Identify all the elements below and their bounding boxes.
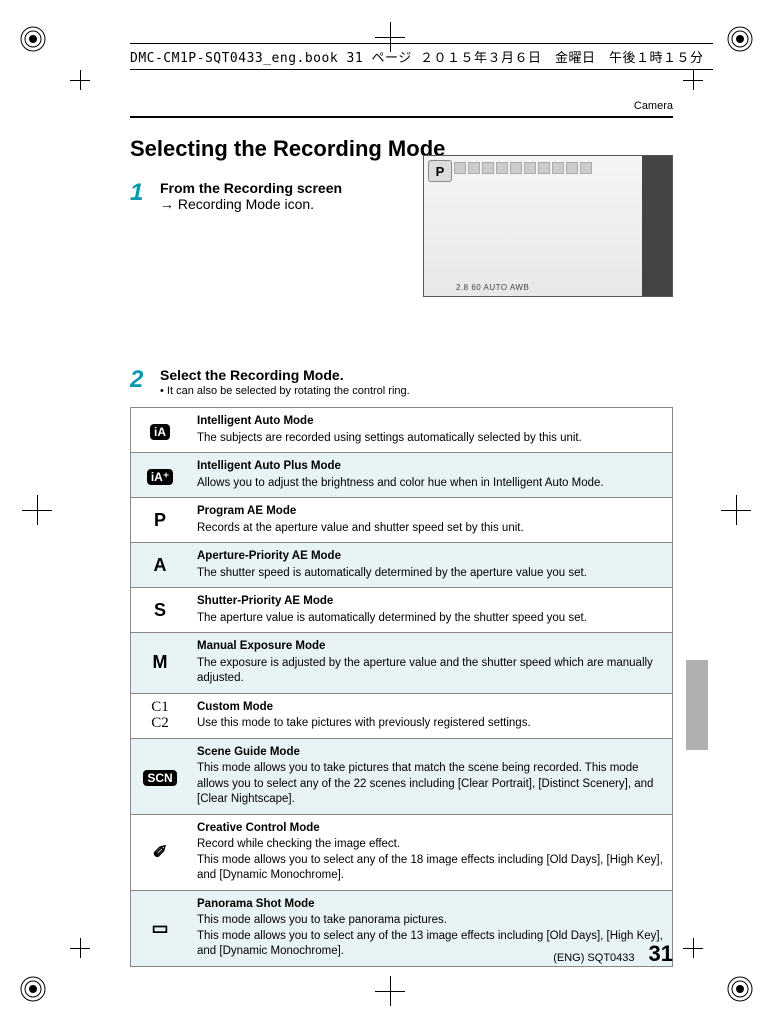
mode-desc-text: Records at the aperture value and shutte… — [197, 522, 524, 534]
mode-description: Intelligent Auto Plus Mode Allows you to … — [189, 453, 673, 498]
mode-description: Scene Guide ModeThis mode allows you to … — [189, 738, 673, 814]
cross-mark-icon — [375, 976, 405, 1006]
cross-mark-icon — [721, 495, 751, 525]
mode-icon: ▭ — [131, 890, 190, 966]
table-row: P Program AE Mode Records at the aperture … — [131, 498, 673, 543]
mode-icon: M — [131, 633, 190, 694]
mode-icon: iA — [131, 408, 190, 453]
mode-icon: A — [131, 543, 190, 588]
registration-mark-icon — [18, 24, 48, 54]
mode-description: Custom ModeUse this mode to take picture… — [189, 693, 673, 738]
mode-desc-text: The aperture value is automatically dete… — [197, 612, 587, 624]
mode-title: Creative Control Mode — [197, 821, 664, 837]
mode-description: Creative Control ModeRecord while checki… — [189, 814, 673, 890]
registration-mark-icon — [725, 24, 755, 54]
mode-desc-text: Use this mode to take pictures with prev… — [197, 717, 531, 729]
mode-description: Shutter-Priority AE Mode The aperture val… — [189, 588, 673, 633]
crop-mark-icon — [683, 70, 703, 90]
top-icon-row — [454, 162, 638, 174]
top-rule — [130, 116, 673, 118]
mode-icon: P — [131, 498, 190, 543]
table-row: iA Intelligent Auto Mode The subjects are … — [131, 408, 673, 453]
mode-title: Shutter-Priority AE Mode — [197, 594, 664, 610]
crop-mark-icon — [70, 70, 90, 90]
mode-description: Intelligent Auto Mode The subjects are re… — [189, 408, 673, 453]
table-row: A Aperture-Priority AE Mode The shutter sp… — [131, 543, 673, 588]
table-row: iA⁺ Intelligent Auto Plus Mode Allows you … — [131, 453, 673, 498]
mode-title: Intelligent Auto Plus Mode — [197, 459, 664, 475]
mode-p-icon: P — [428, 160, 452, 182]
mode-description: Aperture-Priority AE Mode The shutter spe… — [189, 543, 673, 588]
mode-title: Aperture-Priority AE Mode — [197, 549, 664, 565]
crop-mark-icon — [683, 938, 703, 958]
step-2-note: It can also be selected by rotating the … — [160, 385, 673, 397]
table-row: C1C2Custom ModeUse this mode to take pic… — [131, 693, 673, 738]
crop-mark-icon — [70, 938, 90, 958]
mode-title: Program AE Mode — [197, 504, 664, 520]
mode-desc-text: The exposure is adjusted by the aperture… — [197, 657, 653, 685]
mode-desc-text: Allows you to adjust the brightness and … — [197, 477, 604, 489]
section-label: Camera — [130, 100, 673, 116]
mode-icon: ✐ — [131, 814, 190, 890]
step-1-line1: From the Recording screen — [160, 180, 342, 196]
step-number: 1 — [130, 180, 160, 212]
table-row: S Shutter-Priority AE Mode The aperture va… — [131, 588, 673, 633]
right-control-strip — [642, 156, 672, 296]
mode-title: Panorama Shot Mode — [197, 897, 664, 913]
cross-mark-icon — [22, 495, 52, 525]
registration-mark-icon — [725, 974, 755, 1004]
doc-id: (ENG) SQT0433 — [553, 952, 634, 964]
mode-title: Scene Guide Mode — [197, 745, 664, 761]
mode-title: Manual Exposure Mode — [197, 639, 664, 655]
table-row: M Manual Exposure Mode The exposure is adj… — [131, 633, 673, 694]
registration-mark-icon — [18, 974, 48, 1004]
table-row: ✐Creative Control ModeRecord while check… — [131, 814, 673, 890]
recording-modes-table: iA Intelligent Auto Mode The subjects are … — [130, 407, 673, 967]
mode-description: Program AE Mode Records at the aperture v… — [189, 498, 673, 543]
mode-desc-text: Record while checking the image effect.T… — [197, 838, 663, 881]
mode-desc-text: The subjects are recorded using settings… — [197, 432, 582, 444]
page-content: Camera Selecting the Recording Mode 1 Fr… — [130, 100, 673, 967]
print-header: DMC-CM1P-SQT0433_eng.book 31 ページ ２０１５年３月… — [130, 40, 713, 73]
print-header-text: DMC-CM1P-SQT0433_eng.book 31 ページ ２０１５年３月… — [130, 51, 704, 66]
side-tab — [686, 660, 708, 750]
mode-icon: S — [131, 588, 190, 633]
table-row: SCNScene Guide ModeThis mode allows you … — [131, 738, 673, 814]
mode-icon: iA⁺ — [131, 453, 190, 498]
step-1-line2: → Recording Mode icon. — [160, 196, 314, 212]
mode-icon: SCN — [131, 738, 190, 814]
page-footer: (ENG) SQT0433 31 — [553, 941, 673, 967]
mode-title: Intelligent Auto Mode — [197, 414, 664, 430]
mode-description: Manual Exposure Mode The exposure is adju… — [189, 633, 673, 694]
mode-desc-text: The shutter speed is automatically deter… — [197, 567, 587, 579]
exposure-readout: 2.8 60 AUTO AWB — [456, 283, 529, 292]
step-number: 2 — [130, 367, 160, 397]
mode-icon: C1C2 — [131, 693, 190, 738]
step-2: 2 Select the Recording Mode. It can also… — [130, 367, 673, 397]
page-number: 31 — [649, 941, 673, 967]
camera-screen-illustration: P 2.8 60 AUTO AWB — [423, 155, 673, 297]
mode-desc-text: This mode allows you to take pictures th… — [197, 762, 653, 805]
step-2-text: Select the Recording Mode. — [160, 367, 344, 383]
mode-title: Custom Mode — [197, 700, 664, 716]
